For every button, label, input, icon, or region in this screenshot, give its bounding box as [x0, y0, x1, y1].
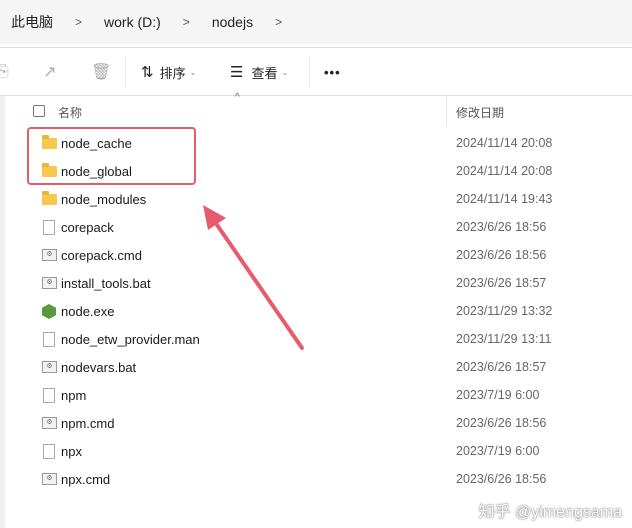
arrow-annotation [203, 205, 304, 350]
watermark: 知乎 @yimengsama [478, 504, 622, 521]
